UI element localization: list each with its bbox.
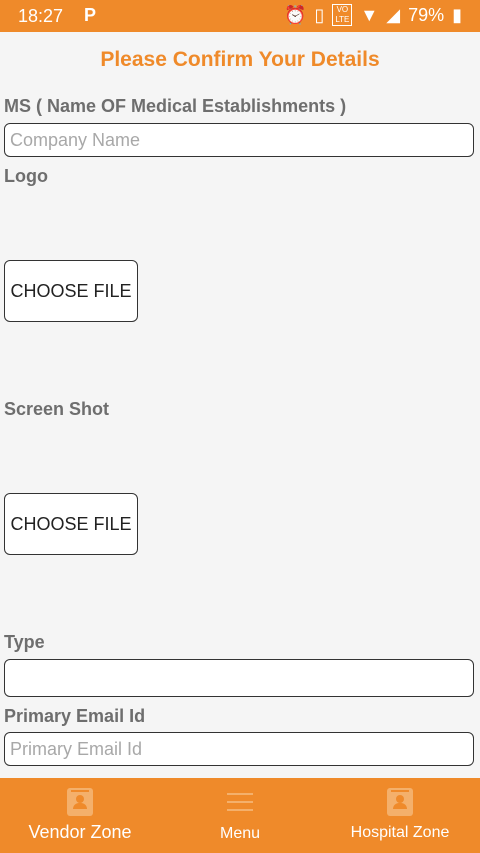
logo-choose-file-button[interactable]: CHOOSE FILE (4, 260, 138, 322)
alarm-icon: ⏰ (283, 4, 307, 25)
nav-vendor-zone[interactable]: Vendor Zone (0, 778, 160, 853)
status-bar: 18:27 P ⏰ ▯ VO LTE ▼ ◢ 79% ▮ (0, 0, 480, 32)
battery-percent: 79% (408, 4, 445, 25)
status-time: 18:27 (18, 6, 64, 26)
bottom-nav: Vendor Zone Menu Hospital Zone (0, 778, 480, 853)
logo-label: Logo (4, 166, 48, 186)
primary-email-input[interactable] (4, 732, 474, 766)
vibrate-icon: ▯ (314, 4, 325, 25)
type-select[interactable] (4, 659, 474, 697)
nav-menu-label: Menu (219, 825, 261, 842)
nav-menu[interactable]: Menu (160, 778, 320, 853)
nav-hospital-zone[interactable]: Hospital Zone (320, 778, 480, 853)
page-title: Please Confirm Your Details (100, 48, 380, 71)
vendor-zone-icon (67, 788, 93, 816)
signal-icon: ◢ (386, 4, 401, 25)
wifi-icon: ▼ (360, 4, 379, 25)
menu-icon (227, 793, 253, 811)
screenshot-label: Screen Shot (4, 399, 110, 419)
hospital-zone-icon (387, 788, 413, 816)
app-notification-icon: P (84, 5, 97, 25)
type-label: Type (4, 632, 45, 652)
company-name-input[interactable] (4, 123, 474, 157)
volte-icon: VO LTE (332, 4, 353, 26)
nav-vendor-zone-label: Vendor Zone (28, 822, 132, 842)
ms-label: MS ( Name OF Medical Establishments ) (4, 96, 347, 116)
primary-email-label: Primary Email Id (4, 706, 146, 726)
screenshot-choose-file-button[interactable]: CHOOSE FILE (4, 493, 138, 555)
battery-icon: ▮ (452, 4, 462, 25)
status-icons: ⏰ ▯ VO LTE ▼ ◢ 79% ▮ (284, 4, 462, 26)
nav-hospital-zone-label: Hospital Zone (350, 824, 450, 841)
